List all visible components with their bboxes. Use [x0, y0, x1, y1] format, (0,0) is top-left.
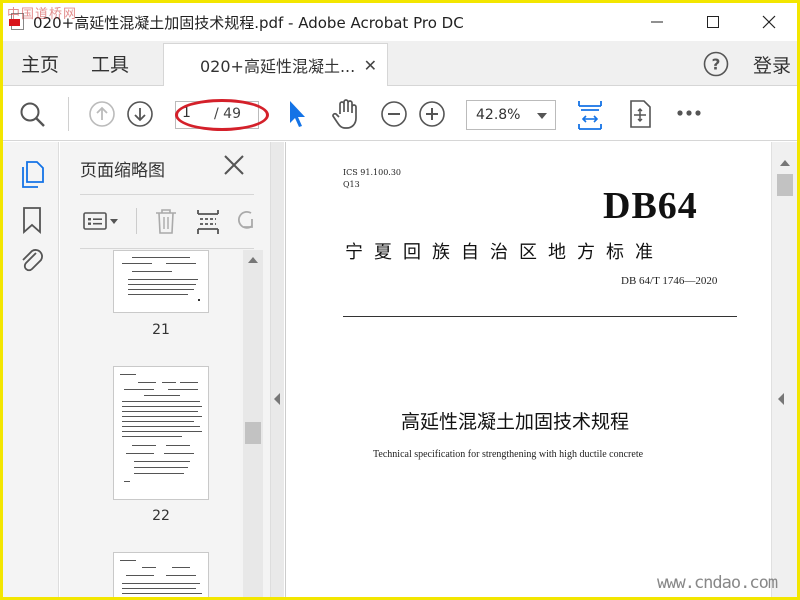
panel-splitter[interactable]: [270, 142, 284, 597]
scroll-up-icon[interactable]: [780, 160, 790, 166]
zoom-in-icon[interactable]: [418, 100, 446, 128]
thumbnail-scrollbar[interactable]: [243, 250, 263, 597]
close-icon: [762, 15, 776, 29]
window-title: 020+高延性混凝土加固技术规程.pdf - Adobe Acrobat Pro…: [33, 13, 464, 32]
thumbnail-scroll-thumb[interactable]: [245, 422, 261, 444]
ccs-code: Q13: [343, 180, 360, 189]
attachment-icon[interactable]: [18, 246, 46, 276]
title-bar: 020+高延性混凝土加固技术规程.pdf - Adobe Acrobat Pro…: [3, 3, 797, 41]
document-scrollbar[interactable]: [771, 142, 797, 597]
document-scroll-thumb[interactable]: [777, 174, 793, 196]
svg-text:?: ?: [712, 56, 721, 74]
page-thumbnails-icon[interactable]: [19, 160, 45, 190]
select-cursor-icon[interactable]: [286, 99, 308, 129]
document-subtitle: Technical specification for strengthenin…: [373, 449, 644, 460]
document-page: ICS 91.100.30 Q13 DB64 宁夏回族自治区地方标准 DB 64…: [285, 142, 771, 597]
fit-page-icon[interactable]: [576, 98, 604, 132]
collapse-right-icon[interactable]: [778, 393, 784, 405]
zoom-value: 42.8%: [476, 107, 521, 123]
standard-region: 宁夏回族自治区地方标准: [345, 242, 664, 263]
help-icon[interactable]: ?: [703, 51, 729, 77]
close-panel-icon[interactable]: [223, 154, 245, 176]
hand-tool-icon[interactable]: [331, 98, 361, 130]
watermark-top: 中国道桥网: [7, 7, 78, 22]
insert-page-icon[interactable]: [195, 208, 221, 236]
document-tab-label: 020+高延性混凝土...: [200, 57, 356, 76]
thumbnails-title: 页面缩略图: [80, 161, 165, 181]
toolbar: / 49 42.8%: [3, 87, 797, 141]
annotation-ellipse: [175, 99, 269, 131]
search-icon[interactable]: [19, 101, 47, 129]
standard-prefix: DB64: [603, 185, 698, 227]
thumbnail-page-22[interactable]: [113, 366, 209, 500]
tab-tools[interactable]: 工具: [91, 50, 129, 77]
left-rail: [3, 142, 59, 597]
zoom-select[interactable]: 42.8%: [466, 100, 556, 130]
chevron-down-icon: [537, 113, 547, 119]
standard-code: DB 64/T 1746—2020: [621, 275, 718, 287]
thumbnail-list: 21 22: [60, 250, 242, 597]
thumbnail-options-icon[interactable]: [82, 210, 122, 232]
thumbnail-page-next[interactable]: [113, 552, 209, 597]
app-window: 020+高延性混凝土加固技术规程.pdf - Adobe Acrobat Pro…: [0, 0, 800, 600]
maximize-button[interactable]: [685, 3, 741, 41]
tab-document[interactable]: 020+高延性混凝土... ✕: [163, 43, 388, 86]
next-page-icon[interactable]: [126, 100, 154, 128]
close-window-button[interactable]: [741, 3, 797, 41]
minimize-icon: [651, 21, 663, 23]
ics-code: ICS 91.100.30: [343, 168, 402, 177]
page-display-icon[interactable]: [626, 99, 654, 129]
zoom-out-icon[interactable]: [380, 100, 408, 128]
tab-bar: 主页 工具 020+高延性混凝土... ✕ ? 登录: [3, 41, 797, 86]
more-options-icon[interactable]: [676, 109, 702, 117]
previous-page-icon[interactable]: [88, 100, 116, 128]
tab-home[interactable]: 主页: [21, 50, 59, 77]
login-button[interactable]: 登录: [753, 51, 791, 78]
minimize-button[interactable]: [629, 3, 685, 41]
close-tab-icon[interactable]: ✕: [364, 56, 377, 75]
delete-icon[interactable]: [154, 208, 178, 234]
thumbnails-panel: 页面缩略图 21 22: [60, 142, 270, 597]
thumbnail-page-21[interactable]: [113, 250, 209, 313]
collapse-panel-icon[interactable]: [274, 393, 280, 405]
document-title: 高延性混凝土加固技术规程: [401, 411, 630, 433]
watermark-url: www.cndao.com: [657, 573, 778, 593]
thumbnail-page-number: 22: [152, 508, 170, 524]
maximize-icon: [707, 16, 719, 28]
undo-icon[interactable]: [236, 209, 256, 233]
thumbnail-page-number: 21: [152, 322, 170, 338]
bookmark-icon[interactable]: [21, 206, 43, 234]
